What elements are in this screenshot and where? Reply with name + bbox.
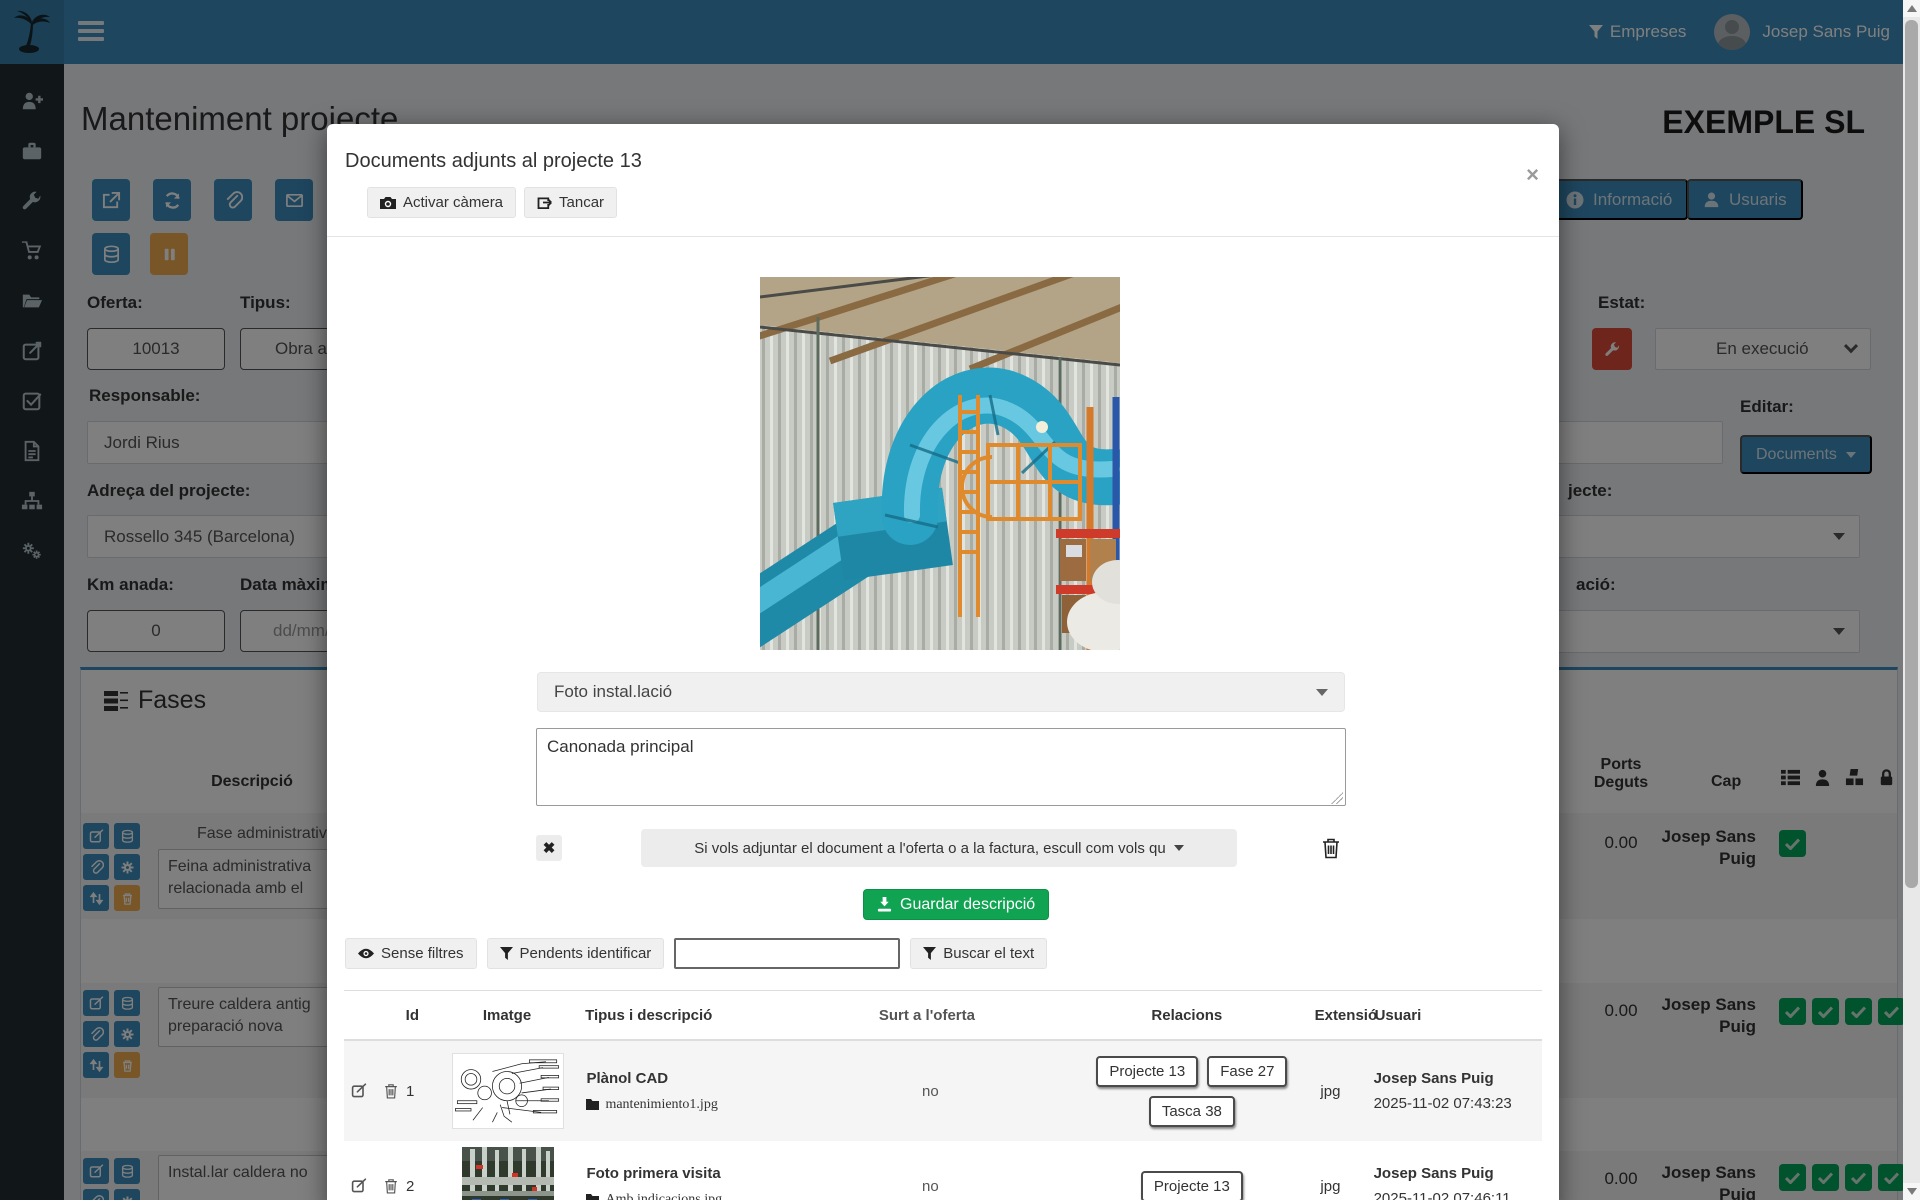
header-id: Id <box>406 1007 441 1024</box>
buscar-text-label: Buscar el text <box>943 945 1034 962</box>
filter-icon <box>500 947 513 961</box>
document-type-value: Foto instal.lació <box>554 682 672 702</box>
document-row: 1 Plànol CAD mantenimiento1.jpg <box>344 1041 1542 1141</box>
doc-oferta: no <box>797 1083 1063 1100</box>
documents-table-header: Id Imatge Tipus i descripció Surt a l'of… <box>344 991 1542 1041</box>
camera-icon <box>380 196 396 210</box>
header-usuari: Usuari <box>1375 1007 1542 1024</box>
description-textarea[interactable]: Canonada principal <box>536 728 1346 806</box>
document-photo[interactable] <box>760 277 1120 650</box>
doc-filename: mantenimiento1.jpg <box>586 1097 797 1113</box>
document-row: 2 Foto primera visita <box>344 1141 1542 1200</box>
modal-divider <box>327 236 1559 237</box>
doc-date: 2025-11-02 07:43:23 <box>1374 1095 1542 1112</box>
search-input[interactable] <box>674 938 900 969</box>
folder-icon <box>586 1099 599 1110</box>
doc-filename: Amb indicacions.jpg <box>586 1192 797 1200</box>
arrow-up-icon <box>1907 5 1917 12</box>
trash-icon[interactable] <box>383 1083 399 1099</box>
header-oferta: Surt a l'oferta <box>795 1007 1059 1024</box>
arrow-down-icon <box>1907 1188 1917 1195</box>
doc-date: 2025-11-02 07:46:11 <box>1374 1190 1542 1200</box>
clear-button[interactable]: ✖ <box>536 835 562 861</box>
relation-projecte-button[interactable]: Projecte 13 <box>1141 1171 1243 1200</box>
attach-destination-value: Si vols adjuntar el document a l'oferta … <box>694 840 1165 857</box>
folder-icon <box>586 1194 599 1200</box>
trash-icon[interactable] <box>383 1178 399 1194</box>
doc-user: Josep Sans Puig <box>1374 1070 1542 1087</box>
modal-title: Documents adjunts al projecte 13 <box>345 150 642 173</box>
document-filters: Sense filtres Pendents identificar Busca… <box>345 938 1047 969</box>
trash-icon <box>1321 837 1341 859</box>
doc-id: 2 <box>406 1178 441 1195</box>
exit-icon <box>537 195 552 210</box>
relation-projecte-button[interactable]: Projecte 13 <box>1096 1056 1198 1087</box>
doc-type-name: Foto primera visita <box>586 1165 797 1182</box>
scroll-up-button[interactable] <box>1903 0 1920 17</box>
doc-extension: jpg <box>1320 1083 1373 1100</box>
scrollbar-thumb[interactable] <box>1905 20 1918 888</box>
attach-controls: ✖ Si vols adjuntar el document a l'ofert… <box>536 829 1346 867</box>
doc-id: 1 <box>406 1083 441 1100</box>
scroll-down-button[interactable] <box>1903 1183 1920 1200</box>
header-extensio: Extensió <box>1315 1007 1375 1024</box>
download-icon <box>877 897 892 912</box>
attach-destination-select[interactable]: Si vols adjuntar el document a l'oferta … <box>641 829 1237 867</box>
cad-thumbnail[interactable] <box>452 1053 564 1129</box>
doc-oferta: no <box>797 1178 1063 1195</box>
save-description-label: Guardar descripció <box>900 896 1035 914</box>
eye-icon <box>358 948 374 959</box>
header-imatge: Imatge <box>441 1007 573 1024</box>
pendents-identificar-button[interactable]: Pendents identificar <box>487 938 665 969</box>
pendents-identificar-label: Pendents identificar <box>520 945 652 962</box>
header-relacions: Relacions <box>1059 1007 1315 1024</box>
buscar-text-button[interactable]: Buscar el text <box>910 938 1047 969</box>
relation-fase-button[interactable]: Fase 27 <box>1207 1056 1287 1087</box>
tancar-label: Tancar <box>559 194 604 211</box>
page-scrollbar[interactable] <box>1903 0 1920 1200</box>
caret-down-icon <box>1174 845 1184 851</box>
edit-icon[interactable] <box>351 1083 367 1099</box>
edit-icon[interactable] <box>351 1178 367 1194</box>
doc-extension: jpg <box>1320 1178 1373 1195</box>
relation-tasca-button[interactable]: Tasca 38 <box>1149 1096 1235 1127</box>
delete-document-button[interactable] <box>1316 833 1346 863</box>
modal-toolbar: Activar càmera Tancar <box>367 187 617 218</box>
sense-filtres-label: Sense filtres <box>381 945 464 962</box>
photo-thumbnail[interactable] <box>462 1147 554 1200</box>
documents-table: Id Imatge Tipus i descripció Surt a l'of… <box>344 990 1542 1200</box>
doc-user: Josep Sans Puig <box>1374 1165 1542 1182</box>
close-icon[interactable]: × <box>1526 164 1539 186</box>
save-description-button[interactable]: Guardar descripció <box>863 889 1049 920</box>
documents-modal: Documents adjunts al projecte 13 × Activ… <box>327 124 1559 1200</box>
activate-camera-label: Activar càmera <box>403 194 503 211</box>
caret-down-icon <box>1316 689 1328 696</box>
filter-icon <box>923 947 936 961</box>
tancar-button[interactable]: Tancar <box>524 187 617 218</box>
sense-filtres-button[interactable]: Sense filtres <box>345 938 477 969</box>
doc-type-name: Plànol CAD <box>586 1070 797 1087</box>
document-type-select[interactable]: Foto instal.lació <box>537 672 1345 712</box>
header-tipus: Tipus i descripció <box>573 1007 795 1024</box>
activate-camera-button[interactable]: Activar càmera <box>367 187 516 218</box>
